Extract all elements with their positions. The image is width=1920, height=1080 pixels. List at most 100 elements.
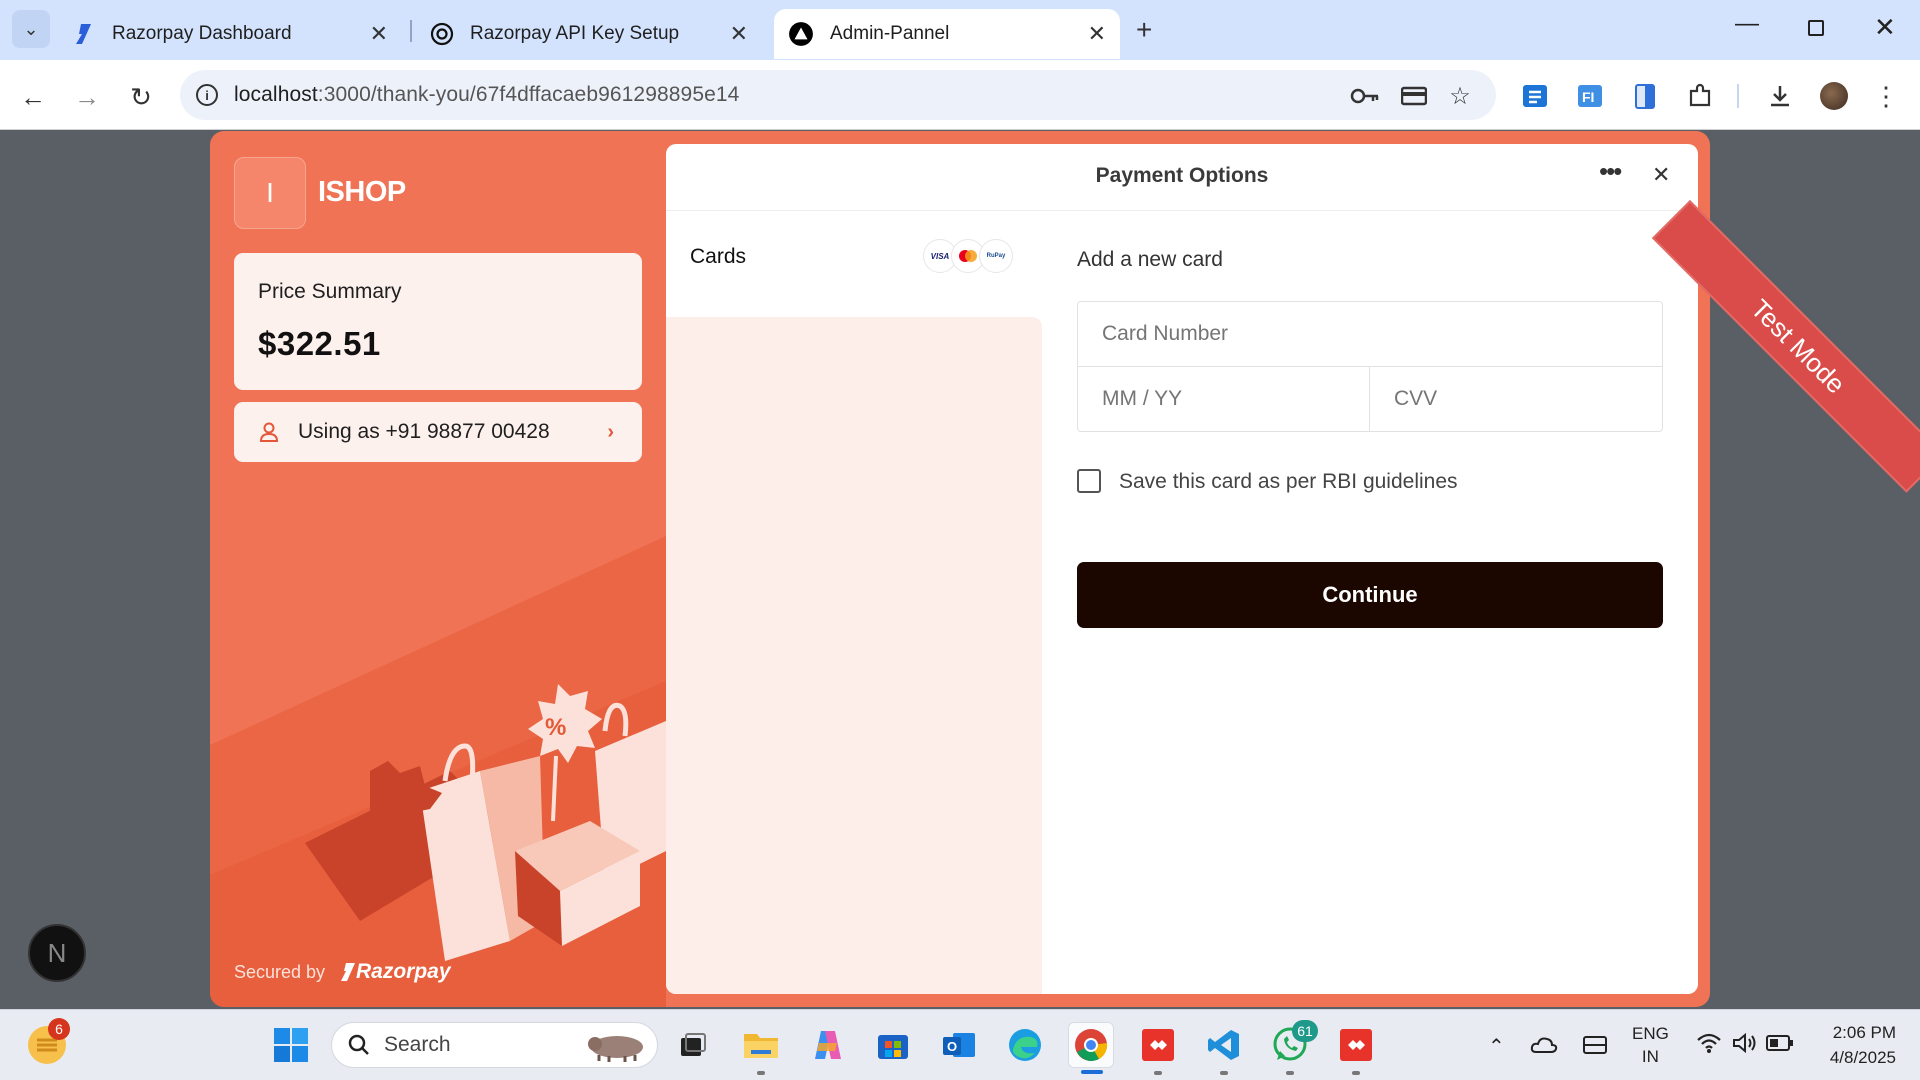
- close-icon[interactable]: ✕: [730, 21, 748, 47]
- triangle-icon: [789, 22, 813, 46]
- modal-header: Payment Options ••• ✕: [666, 144, 1698, 211]
- method-cards[interactable]: Cards VISA RuPay: [666, 211, 1042, 317]
- onedrive-cloud-icon[interactable]: [1530, 1034, 1558, 1059]
- outlook-icon[interactable]: O: [936, 1022, 982, 1068]
- save-card-checkbox[interactable]: [1077, 469, 1101, 493]
- continue-button[interactable]: Continue: [1077, 562, 1663, 628]
- vscode-icon[interactable]: [1201, 1022, 1247, 1075]
- card-form-fields: [1077, 301, 1663, 432]
- browser-tab-bar: ⌄ Razorpay Dashboard ✕ Razorpay API Key …: [0, 0, 1920, 60]
- minimize-icon[interactable]: —: [1735, 10, 1759, 38]
- chrome-icon[interactable]: [1068, 1022, 1114, 1074]
- address-bar[interactable]: i localhost:3000/thank-you/67f4dffacaeb9…: [180, 70, 1496, 120]
- taskbar-search-box[interactable]: Search: [331, 1022, 658, 1068]
- tab-razorpay-api-key[interactable]: Razorpay API Key Setup ✕: [416, 9, 762, 59]
- volume-icon[interactable]: [1731, 1032, 1759, 1059]
- secured-by-label: Secured by: [234, 962, 326, 982]
- merchant-logo: I: [234, 157, 306, 229]
- edge-icon[interactable]: [1002, 1022, 1048, 1068]
- windows-start-icon[interactable]: [273, 1027, 309, 1063]
- razorpay-logo: Razorpay: [340, 960, 451, 984]
- tab-label: Razorpay Dashboard: [112, 23, 292, 44]
- nextjs-dev-badge[interactable]: N: [28, 924, 86, 982]
- cvv-input[interactable]: [1370, 367, 1662, 431]
- file-explorer-icon[interactable]: [738, 1022, 784, 1075]
- price-summary-label: Price Summary: [258, 280, 402, 303]
- openai-icon: [430, 22, 454, 46]
- tab-search-chevron-icon[interactable]: ⌄: [12, 10, 50, 48]
- wifi-icon[interactable]: [1696, 1032, 1722, 1059]
- profile-avatar[interactable]: [1820, 82, 1848, 110]
- clock-date: 4/8/2025: [1829, 1048, 1896, 1067]
- language-line-1: ENG: [1632, 1024, 1669, 1043]
- razorpay-checkout: % I ISHOP Price Summary $322.51 Using as…: [210, 131, 1710, 1007]
- tab-razorpay-dashboard[interactable]: Razorpay Dashboard ✕: [58, 9, 402, 59]
- method-list-panel: [666, 317, 1042, 994]
- toolbar-divider: [1737, 84, 1739, 108]
- clock-time: 2:06 PM: [1832, 1023, 1896, 1042]
- search-icon: [348, 1034, 369, 1055]
- tab-divider: [410, 20, 412, 42]
- back-arrow-icon[interactable]: ←: [16, 80, 50, 114]
- url-text: localhost:3000/thank-you/67f4dffacaeb961…: [234, 83, 739, 107]
- payment-card-icon[interactable]: [1396, 78, 1432, 114]
- tab-admin-pannel[interactable]: Admin-Pannel ✕: [774, 9, 1120, 59]
- chevron-right-icon: ›: [607, 420, 614, 443]
- expiry-input[interactable]: [1078, 367, 1370, 431]
- url-path: :3000/thank-you/67f4dffacaeb961298895e14: [317, 83, 740, 106]
- menu-kebab-icon[interactable]: ⋮: [1868, 78, 1904, 114]
- razorpay-logo-icon: [341, 963, 355, 981]
- merchant-panel: % I ISHOP Price Summary $322.51 Using as…: [210, 131, 666, 1007]
- card-network-logos: VISA RuPay: [923, 239, 1013, 273]
- tab-label: Admin-Pannel: [830, 23, 950, 44]
- close-icon[interactable]: ✕: [370, 21, 388, 47]
- card-number-input[interactable]: [1078, 302, 1662, 367]
- close-icon[interactable]: ✕: [1088, 21, 1106, 47]
- price-summary-card: Price Summary $322.51: [234, 253, 642, 390]
- method-cards-label: Cards: [690, 245, 747, 268]
- copilot-icon[interactable]: [805, 1022, 851, 1068]
- svg-text:FI: FI: [1582, 89, 1594, 105]
- merchant-name: ISHOP: [318, 176, 406, 208]
- tab-label: Razorpay API Key Setup: [470, 23, 680, 44]
- search-highlight-image: [588, 1036, 643, 1062]
- password-key-icon[interactable]: [1347, 78, 1383, 114]
- reload-icon[interactable]: ↻: [124, 80, 158, 114]
- modal-title: Payment Options: [1095, 164, 1269, 187]
- anydesk-icon[interactable]: [1135, 1022, 1181, 1075]
- razorpay-icon: [76, 24, 91, 44]
- download-icon[interactable]: [1762, 78, 1798, 114]
- site-info-icon[interactable]: i: [196, 84, 218, 106]
- price-value: $322.51: [258, 325, 381, 362]
- anydesk-icon-2[interactable]: [1333, 1022, 1379, 1075]
- add-card-title: Add a new card: [1077, 248, 1223, 271]
- language-line-2: IN: [1641, 1047, 1659, 1066]
- save-card-label: Save this card as per RBI guidelines: [1119, 470, 1458, 493]
- window-close-icon[interactable]: ✕: [1874, 12, 1896, 43]
- user-contact-button[interactable]: Using as +91 98877 00428 ›: [234, 402, 642, 462]
- svg-text:O: O: [947, 1039, 957, 1054]
- url-host: localhost: [234, 83, 318, 106]
- razorpay-logo-text: Razorpay: [356, 960, 451, 983]
- extension-fi-icon[interactable]: FI: [1572, 78, 1608, 114]
- new-tab-plus-icon[interactable]: +: [1136, 14, 1152, 46]
- chevron-up-icon[interactable]: ⌃: [1488, 1034, 1505, 1059]
- restore-icon[interactable]: [1808, 20, 1824, 36]
- bookmark-star-icon[interactable]: ☆: [1442, 78, 1478, 114]
- more-options-icon[interactable]: •••: [1599, 156, 1622, 187]
- tablet-keyboard-icon[interactable]: [1582, 1034, 1608, 1061]
- extension-clipboard-icon[interactable]: [1627, 78, 1663, 114]
- payment-options-modal: Payment Options ••• ✕ Cards VISA RuPay A…: [666, 144, 1698, 994]
- task-view-icon[interactable]: [670, 1022, 716, 1068]
- forward-arrow-icon[interactable]: →: [70, 80, 104, 114]
- close-icon[interactable]: ✕: [1652, 162, 1670, 188]
- battery-icon[interactable]: [1766, 1034, 1794, 1057]
- extensions-puzzle-icon[interactable]: [1682, 78, 1718, 114]
- language-indicator[interactable]: ENG IN: [1632, 1022, 1669, 1068]
- user-contact-label: Using as +91 98877 00428: [298, 420, 550, 443]
- svg-text:%: %: [545, 714, 566, 741]
- microsoft-store-icon[interactable]: [870, 1022, 916, 1068]
- extension-sync-icon[interactable]: [1517, 78, 1553, 114]
- search-placeholder: Search: [384, 1033, 451, 1056]
- clock[interactable]: 2:06 PM 4/8/2025: [1812, 1020, 1896, 1070]
